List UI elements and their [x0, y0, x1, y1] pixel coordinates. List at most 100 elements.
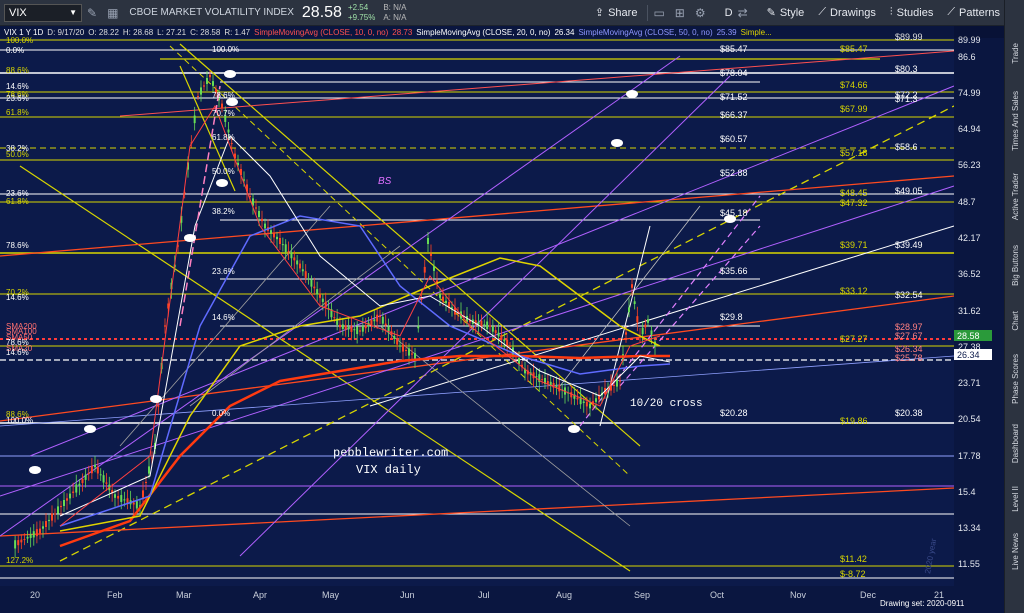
candle-body	[60, 505, 62, 508]
candle-body	[66, 498, 68, 501]
candle-body	[636, 316, 639, 323]
candle-body	[546, 381, 549, 384]
level-yellow-label: $33.12	[840, 286, 868, 296]
tab-dashboard[interactable]: Dashboard	[1005, 416, 1024, 472]
candle-body	[430, 253, 432, 256]
candle-body	[316, 289, 319, 295]
time-tick: Jul	[478, 590, 490, 600]
candle-body	[353, 329, 356, 331]
drawings-button[interactable]: ⟋ Drawings	[818, 6, 876, 19]
layout-icon[interactable]: ⊞	[675, 6, 685, 20]
candle-body	[307, 278, 310, 280]
fib-mid-label: 100.0%	[212, 45, 239, 54]
time-tick: Jun	[400, 590, 415, 600]
level-mid-label: $20.28	[720, 408, 748, 418]
candle-body	[417, 326, 420, 329]
candle-body	[57, 506, 59, 514]
candle-body	[135, 501, 138, 509]
candle-body	[20, 539, 23, 543]
price-tick: 48.7	[958, 197, 976, 207]
time-tick: Aug	[556, 590, 572, 600]
price-tick: 23.71	[958, 378, 981, 388]
candle-body	[221, 103, 223, 109]
settings-icon[interactable]: ⚙	[695, 6, 706, 20]
candle-body	[376, 314, 379, 322]
candle-body	[270, 230, 272, 234]
candle-body	[619, 380, 621, 382]
ask: A: N/A	[383, 12, 407, 22]
candle-body	[142, 490, 144, 498]
tab-phase-scores[interactable]: Phase Scores	[1005, 346, 1024, 412]
drawings-icon: ⟋	[818, 6, 827, 18]
candle-body	[23, 539, 26, 541]
candle-body	[393, 335, 396, 339]
candle-body	[364, 325, 367, 329]
candle-body	[293, 257, 296, 261]
candle-body	[489, 325, 491, 327]
candle-body	[625, 332, 627, 335]
tab-live-news[interactable]: Live News	[1005, 526, 1024, 576]
candle-body	[356, 326, 359, 335]
time-tick: 20	[30, 590, 40, 600]
candle-body	[350, 325, 353, 332]
bid: B: N/A	[383, 2, 407, 12]
candle-body	[503, 339, 506, 342]
fib-left-label: 127.2%	[6, 556, 33, 565]
candle-body	[384, 323, 387, 326]
level-far-label: $39.49	[895, 240, 923, 250]
candle-body	[411, 353, 413, 355]
tab-times-and-sales[interactable]: Times And Sales	[1005, 82, 1024, 160]
time-tick: May	[322, 590, 340, 600]
share-button[interactable]: ⇪ Share	[595, 6, 638, 20]
marker-ellipse	[184, 234, 196, 242]
candle-body	[339, 324, 341, 328]
candle-body	[442, 296, 444, 302]
sma20-tag-text: 26.34	[957, 350, 980, 360]
candle-body	[35, 529, 38, 537]
candle-body	[87, 473, 90, 475]
candle-body	[423, 266, 426, 273]
tab-active-trader[interactable]: Active Trader	[1005, 164, 1024, 230]
marker-ellipse	[216, 179, 228, 187]
candle-body	[321, 298, 324, 302]
candle-body	[399, 345, 401, 347]
candle-body	[75, 484, 78, 493]
candle-body	[483, 324, 486, 326]
compare-icon[interactable]: ⇄	[738, 6, 748, 20]
candle-body	[255, 207, 257, 209]
level-yellow-label: $57.18	[840, 148, 868, 158]
legend-sma10: SimpleMovingAvg (CLOSE, 10, 0, no)	[254, 27, 389, 37]
marker-ellipse	[611, 139, 623, 147]
legend-sma50-val: 25.39	[716, 27, 737, 37]
candle-body	[558, 384, 561, 392]
legend-sma20: SimpleMovingAvg (CLOSE, 20, 0, no)	[416, 27, 551, 37]
candle-body	[405, 350, 407, 351]
fib-mid-label: 50.0%	[212, 167, 235, 176]
price-chart[interactable]: 100.0% 0.0% 88.6% 14.6% 78.6% 23.6% 61.8% 38.2%…	[0, 26, 1004, 613]
screen-icon[interactable]: ▭	[653, 6, 664, 20]
candle-body	[633, 301, 636, 305]
candle-body	[319, 294, 321, 298]
edit-icon[interactable]: ✎	[87, 6, 97, 20]
candle-body	[576, 397, 579, 400]
price-tick: 42.17	[958, 233, 981, 243]
candle-body	[408, 348, 410, 356]
level-yellow-label: $11.42	[840, 554, 867, 564]
candle-body	[148, 466, 150, 474]
candle-body	[230, 143, 233, 145]
candle-body	[273, 232, 275, 238]
patterns-button[interactable]: ⟋ Patterns	[947, 6, 1000, 19]
tab-trade[interactable]: Trade	[1005, 28, 1024, 78]
candle-body	[497, 332, 500, 337]
studies-button[interactable]: ⫶ Studies	[890, 6, 933, 19]
style-button[interactable]: ✎ Style	[767, 6, 805, 20]
candle-body	[324, 301, 327, 308]
tab-chart[interactable]: Chart	[1005, 300, 1024, 342]
period-button[interactable]: D	[725, 7, 733, 19]
bs-annotation: BS	[378, 176, 392, 187]
candle-body	[48, 519, 50, 522]
tab-level-ii[interactable]: Level II	[1005, 476, 1024, 522]
grid-icon[interactable]: ▦	[107, 6, 118, 20]
symbol-input[interactable]: VIX ▼	[4, 3, 82, 22]
tab-big-buttons[interactable]: Big Buttons	[1005, 234, 1024, 296]
